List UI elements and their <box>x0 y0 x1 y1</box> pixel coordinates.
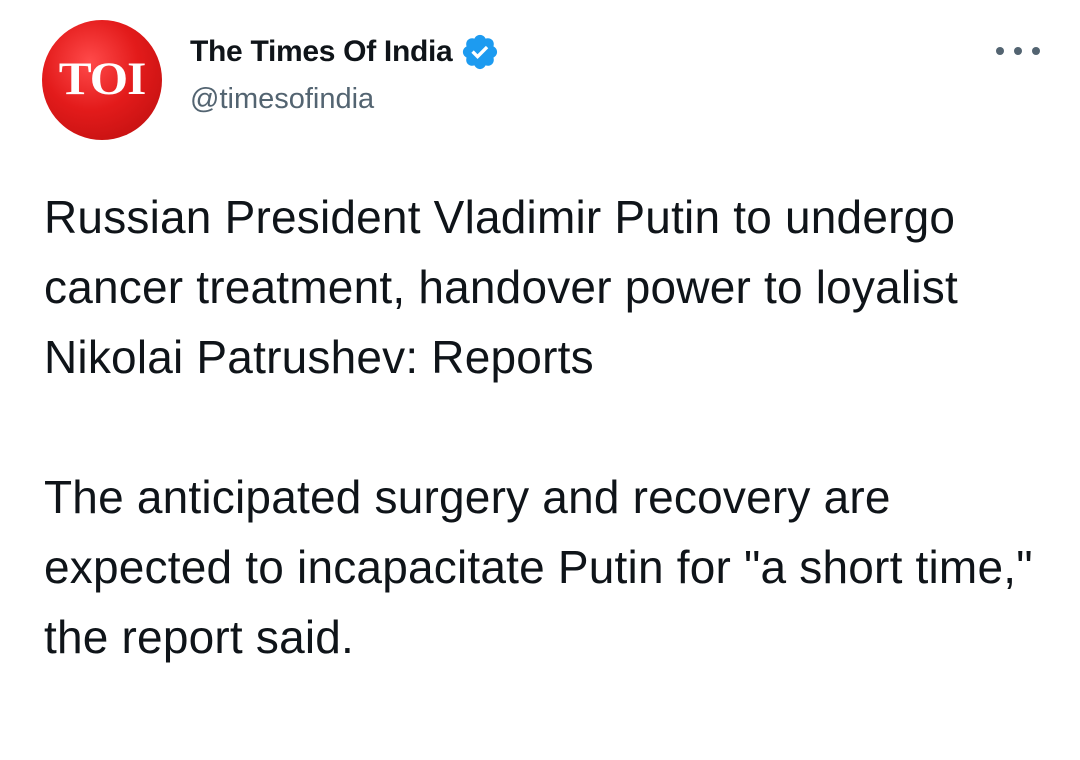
tweet-body: Russian President Vladimir Putin to unde… <box>44 182 1054 672</box>
avatar[interactable]: TOI <box>42 20 162 140</box>
tweet-paragraph: The anticipated surgery and recovery are… <box>44 471 1033 663</box>
author-handle[interactable]: @timesofindia <box>190 83 374 116</box>
author-display-name[interactable]: The Times Of India <box>190 35 453 69</box>
more-options-icon[interactable] <box>996 38 1040 64</box>
more-dot <box>1032 47 1040 55</box>
tweet-card: TOI The Times Of India @timesofindia Rus… <box>0 0 1080 760</box>
author-name-row: The Times Of India <box>190 30 500 74</box>
more-dot <box>1014 47 1022 55</box>
more-dot <box>996 47 1004 55</box>
tweet-paragraph: Russian President Vladimir Putin to unde… <box>44 191 958 383</box>
avatar-logo-text: TOI <box>58 53 147 105</box>
verified-badge-icon <box>463 34 498 70</box>
